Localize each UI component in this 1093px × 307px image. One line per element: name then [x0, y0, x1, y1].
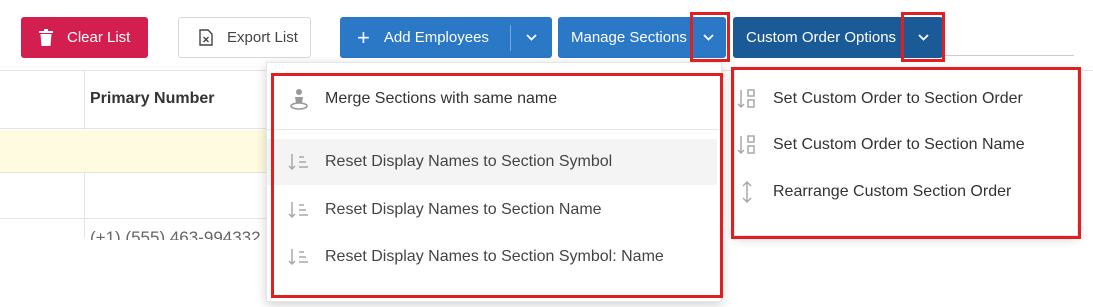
menu-item-rearrange-custom-order[interactable]: Rearrange Custom Section Order: [735, 174, 1075, 210]
column-header-primary-number[interactable]: Primary Number: [90, 90, 215, 108]
clear-list-label: Clear List: [67, 29, 131, 46]
menu-item-label: Set Custom Order to Section Name: [773, 136, 1025, 153]
export-list-button[interactable]: Export List: [178, 17, 311, 58]
vertical-arrows-icon: [735, 180, 759, 204]
sort-order-icon: [735, 88, 759, 110]
menu-item-merge-sections[interactable]: Merge Sections with same name: [267, 81, 723, 117]
menu-item-set-order-section-order[interactable]: Set Custom Order to Section Order: [735, 81, 1075, 117]
custom-order-options-button[interactable]: Custom Order Options: [733, 17, 943, 58]
sort-lines-icon: [287, 248, 311, 266]
table-row-highlighted[interactable]: [0, 130, 270, 172]
menu-item-label: Reset Display Names to Section Symbol: [325, 153, 613, 170]
menu-divider: [267, 129, 719, 130]
custom-order-options-label: Custom Order Options: [746, 29, 897, 46]
menu-item-reset-to-symbol-name[interactable]: Reset Display Names to Section Symbol: N…: [267, 234, 717, 280]
chevron-down-icon[interactable]: [511, 34, 552, 41]
menu-item-set-order-section-name[interactable]: Set Custom Order to Section Name: [735, 127, 1075, 163]
menu-item-label: Merge Sections with same name: [325, 90, 558, 107]
sort-lines-icon: [287, 201, 311, 219]
phone-cell: (+1) (555) 463-994332: [90, 228, 261, 240]
menu-item-label: Reset Display Names to Section Symbol: N…: [325, 248, 664, 265]
sort-order-icon: [735, 134, 759, 156]
divider: [0, 218, 270, 219]
divider: [0, 172, 270, 173]
add-employees-button[interactable]: + Add Employees: [340, 17, 552, 58]
menu-item-label: Reset Display Names to Section Name: [325, 201, 602, 218]
chevron-down-icon[interactable]: [691, 17, 726, 58]
clear-list-button[interactable]: Clear List: [21, 17, 148, 58]
sort-lines-icon: [287, 153, 311, 171]
merge-people-icon: [287, 88, 311, 110]
divider: [0, 128, 270, 129]
trash-icon: [39, 29, 53, 46]
export-list-label: Export List: [227, 29, 298, 46]
manage-sections-menu: Merge Sections with same name Reset Disp…: [266, 62, 722, 302]
menu-item-label: Set Custom Order to Section Order: [773, 90, 1023, 107]
manage-sections-button[interactable]: Manage Sections: [558, 17, 726, 58]
divider: [944, 55, 1074, 56]
add-employees-label: Add Employees: [383, 29, 489, 46]
excel-file-icon: [199, 29, 213, 46]
manage-sections-label: Manage Sections: [571, 29, 687, 46]
plus-icon: +: [357, 24, 370, 50]
menu-item-label: Rearrange Custom Section Order: [773, 183, 1012, 200]
menu-item-reset-to-name[interactable]: Reset Display Names to Section Name: [267, 187, 717, 233]
menu-item-reset-to-symbol[interactable]: Reset Display Names to Section Symbol: [267, 139, 717, 185]
chevron-down-icon[interactable]: [903, 17, 943, 58]
custom-order-menu: Set Custom Order to Section Order Set Cu…: [734, 68, 1078, 236]
